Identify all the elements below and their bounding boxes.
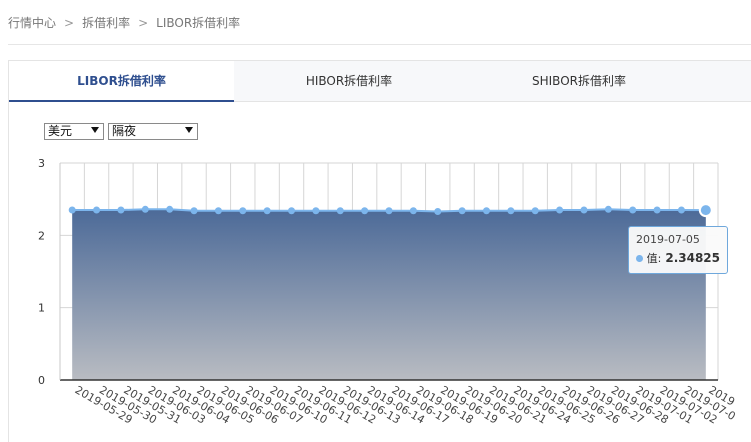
data-point bbox=[263, 207, 271, 215]
data-point bbox=[288, 207, 296, 215]
data-point bbox=[556, 206, 564, 214]
series-dot-icon bbox=[636, 254, 643, 262]
data-point bbox=[239, 207, 247, 215]
data-point bbox=[434, 207, 442, 215]
tab-libor[interactable]: LIBOR拆借利率 bbox=[9, 61, 234, 102]
data-point bbox=[482, 207, 490, 215]
currency-select[interactable]: 美元 bbox=[44, 123, 104, 140]
tab-shibor[interactable]: SHIBOR拆借利率 bbox=[464, 61, 694, 102]
data-point bbox=[93, 206, 101, 214]
data-point bbox=[141, 205, 149, 213]
tooltip-label: 值: bbox=[646, 252, 662, 265]
breadcrumb-lending-rates[interactable]: 拆借利率 bbox=[82, 14, 130, 31]
data-point bbox=[68, 206, 76, 214]
data-point bbox=[336, 207, 344, 215]
chevron-down-icon bbox=[91, 127, 99, 133]
data-point bbox=[604, 205, 612, 213]
tooltip-date: 2019-07-05 bbox=[636, 233, 700, 246]
data-point bbox=[385, 207, 393, 215]
chevron-down-icon bbox=[185, 127, 193, 133]
data-point bbox=[166, 205, 174, 213]
data-point bbox=[507, 207, 515, 215]
data-point bbox=[698, 203, 713, 218]
data-point bbox=[117, 206, 125, 214]
y-tick-label: 3 bbox=[38, 157, 45, 170]
y-tick-label: 1 bbox=[38, 302, 45, 315]
breadcrumb-libor: LIBOR拆借利率 bbox=[156, 16, 241, 30]
breadcrumb-divider bbox=[8, 44, 751, 45]
term-select-value: 隔夜 bbox=[112, 124, 137, 138]
breadcrumb-separator: > bbox=[64, 15, 75, 30]
data-point bbox=[312, 207, 320, 215]
data-point bbox=[361, 207, 369, 215]
data-point bbox=[214, 207, 222, 215]
series-area bbox=[72, 209, 706, 380]
data-point bbox=[629, 206, 637, 214]
breadcrumb: 行情中心 > 拆借利率 > LIBOR拆借利率 bbox=[8, 14, 240, 31]
breadcrumb-market-center[interactable]: 行情中心 bbox=[8, 14, 56, 31]
rate-tabs: LIBOR拆借利率 HIBOR拆借利率 SHIBOR拆借利率 bbox=[9, 61, 751, 102]
data-point bbox=[409, 207, 417, 215]
data-point bbox=[190, 207, 198, 215]
data-point bbox=[531, 207, 539, 215]
data-point bbox=[458, 207, 466, 215]
tab-hibor[interactable]: HIBOR拆借利率 bbox=[234, 61, 464, 102]
chart-tooltip: 2019-07-05 值: 2.34825 bbox=[628, 226, 728, 274]
term-select[interactable]: 隔夜 bbox=[108, 123, 198, 140]
data-point bbox=[677, 206, 685, 214]
y-tick-label: 2 bbox=[38, 229, 45, 242]
data-point bbox=[653, 206, 661, 214]
currency-select-value: 美元 bbox=[48, 124, 73, 138]
tooltip-value: 2.34825 bbox=[665, 251, 720, 265]
breadcrumb-separator: > bbox=[138, 15, 149, 30]
rate-chart: 01232019-05-292019-05-302019-05-312019-0… bbox=[38, 157, 738, 427]
y-tick-label: 0 bbox=[38, 374, 45, 387]
data-point bbox=[580, 206, 588, 214]
